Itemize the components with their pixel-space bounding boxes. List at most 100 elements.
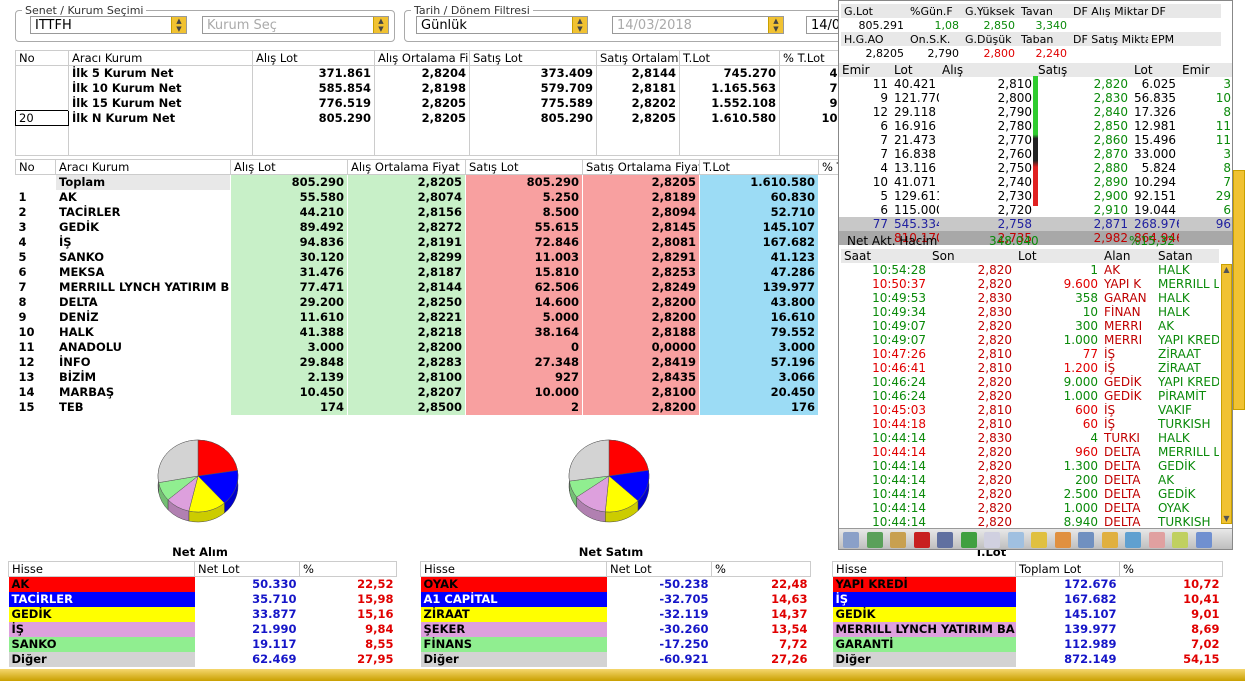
kurum-select[interactable]: Kurum Seç ▲ ▼ [202,16,389,34]
trade-row[interactable]: 10:46:24 2,820 9.000 GEDİK YAPI KRED [841,375,1219,389]
column-header[interactable]: No [15,159,56,175]
scroll-up-icon[interactable]: ▲ [1222,265,1231,274]
table-row[interactable]: A1 CAPİTAL -32.705 14,63 [420,591,811,607]
doc-tool-icon[interactable] [984,532,1000,548]
column-header[interactable]: Toplam Lot [1015,561,1120,577]
side-scrollbar[interactable] [1233,170,1245,410]
column-header[interactable]: No [15,50,69,66]
column-header[interactable]: Aracı Kurum [55,159,231,175]
dropdown-arrow-icon[interactable]: ▲ ▼ [768,17,783,33]
trade-row[interactable]: 10:50:37 2,820 9.600 YAPI K MERRILL L [841,277,1219,291]
arrow-tool-icon[interactable] [960,532,977,548]
dropdown-arrow-icon[interactable]: ▲ ▼ [373,17,388,33]
trade-row[interactable]: 10:44:14 2,820 8.940 DELTA TURKISH [841,515,1219,529]
column-header[interactable]: % [711,561,811,577]
table-row[interactable]: 10 HALK 41.388 2,8218 38.164 2,8188 79.552 [15,324,841,340]
column-header[interactable]: Satış Ortalama Fiyat [582,159,700,175]
trade-row[interactable]: 10:49:53 2,830 358 GARAN HALK [841,291,1219,305]
trade-row[interactable]: 10:46:41 2,810 1.200 İŞ ZİRAAT [841,361,1219,375]
table-row[interactable]: 1 AK 55.580 2,8074 5.250 2,8189 60.830 [15,189,841,205]
trade-row[interactable]: 10:44:14 2,820 960 DELTA MERRILL L [841,445,1219,459]
pattern-tool-icon[interactable] [1148,532,1165,548]
trade-row[interactable]: 10:46:24 2,820 1.000 GEDİK PİRAMİT [841,389,1219,403]
table-row[interactable]: İŞ 21.990 9,84 [8,621,397,637]
horizontal-scrollbar[interactable] [0,669,1245,681]
column-header[interactable]: Emir [1179,63,1232,77]
column-header[interactable]: T.Lot [679,50,780,66]
table-row[interactable]: 12 İNFO 29.848 2,8283 27.348 2,8419 57.196 [15,354,841,370]
column-header[interactable]: Net Lot [606,561,712,577]
column-header[interactable]: Lot [891,63,939,77]
column-header[interactable]: Saat [841,249,929,263]
table-row[interactable]: Diğer 872.149 54,15 [832,651,1223,667]
calc-tool-icon[interactable] [937,532,953,548]
dropdown-arrow-icon[interactable]: ▲ ▼ [572,17,587,33]
table-row[interactable]: 2 TACİRLER 44.210 2,8156 8.500 2,8094 52.710 [15,204,841,220]
senet-select[interactable]: ITTFH ▲ ▼ [30,16,187,34]
trade-row[interactable]: 10:49:07 2,820 300 MERRI AK [841,319,1219,333]
table-row[interactable]: Toplam 805.290 2,8205 805.290 2,8205 1.610.58… [15,174,841,190]
column-header[interactable]: Lot [1131,63,1179,77]
trade-row[interactable]: 10:44:14 2,820 1.000 DELTA OYAK [841,501,1219,515]
table-row[interactable]: İŞ 167.682 10,41 [832,591,1223,607]
table-row[interactable]: MERRILL LYNCH YATIRIM BA 139.977 8,69 [832,621,1223,637]
column-header[interactable]: Hisse [832,561,1016,577]
trade-row[interactable]: 10:44:14 2,830 4 TURKI HALK [841,431,1219,445]
n-input[interactable]: 20 [15,110,69,126]
table-row[interactable]: 14 MARBAŞ 10.450 2,8207 10.000 2,8100 20.450 [15,384,841,400]
column-header[interactable]: Emir [839,63,891,77]
date-picker[interactable]: 14/03/2018 ▲ ▼ [612,16,784,34]
trade-row[interactable]: 10:44:14 2,820 1.300 DELTA GEDİK [841,459,1219,473]
column-header[interactable]: Net Lot [194,561,300,577]
column-header[interactable]: Hisse [420,561,607,577]
table-row[interactable]: GEDİK 145.107 9,01 [832,606,1223,622]
link-tool-icon[interactable] [1078,532,1094,548]
column-header[interactable]: Alan [1101,249,1155,263]
column-header[interactable]: Alış Lot [230,159,348,175]
column-header[interactable]: % T.Lot [779,50,841,66]
pie-slice-oyak[interactable] [608,439,649,477]
table-row[interactable]: Diğer 62.469 27,95 [8,651,397,667]
save-tool-icon[interactable] [1195,532,1212,548]
pie-slice-ak[interactable] [197,439,238,477]
column-header[interactable]: Satış [1035,63,1131,77]
trade-row[interactable]: 10:44:14 2,820 200 DELTA AK [841,473,1219,487]
table-tool-icon[interactable] [1007,532,1024,548]
pie-slice-di-er[interactable] [568,439,610,482]
settings-tool-icon[interactable] [866,532,883,548]
column-header[interactable]: Alış [939,63,1035,77]
column-header[interactable]: Lot [1015,249,1101,263]
table-row[interactable]: YAPI KREDİ 172.676 10,72 [832,576,1223,592]
table-row[interactable]: 15 TEB 174 2,8500 2 2,8200 176 [15,399,841,415]
table-row[interactable]: ZİRAAT -32.119 14,37 [420,606,811,622]
table-row[interactable]: 11 ANADOLU 3.000 2,8200 0 0,0000 3.000 [15,339,841,355]
column-header[interactable]: % [299,561,397,577]
table-row[interactable]: GEDİK 33.877 15,16 [8,606,397,622]
column-header[interactable]: Alış Lot [252,50,375,66]
table-row[interactable]: Diğer -60.921 27,26 [420,651,811,667]
table-row[interactable]: 20 İlk N Kurum Net 805.290 2,8205 805.290 2,8… [15,110,841,126]
column-header[interactable]: Son [929,249,1015,263]
table-row[interactable]: 4 İŞ 94.836 2,8191 72.846 2,8081 167.682 [15,234,841,250]
trade-row[interactable]: 10:44:14 2,820 2.500 DELTA GEDİK [841,487,1219,501]
table-row[interactable]: AK 50.330 22,52 [8,576,397,592]
table-row[interactable]: İlk 10 Kurum Net 585.854 2,8198 579.709 2,81… [15,80,841,96]
table-row[interactable]: 5 SANKO 30.120 2,8299 11.003 2,8291 41.123 [15,249,841,265]
trade-row[interactable]: 10:47:26 2,810 77 İŞ ZİRAAT [841,347,1219,361]
table-row[interactable]: 9 DENİZ 11.610 2,8221 5.000 2,8200 16.610 [15,309,841,325]
table-row[interactable]: İlk 15 Kurum Net 776.519 2,8205 775.589 2,82… [15,95,841,111]
column-header[interactable]: Aracı Kurum [68,50,253,66]
table-row[interactable]: FİNANS -17.250 7,72 [420,636,811,652]
group-tool-icon[interactable] [1101,532,1118,548]
column-header[interactable]: Hisse [8,561,195,577]
column-header[interactable]: Satış Ortalama [596,50,680,66]
column-header[interactable]: % [1119,561,1223,577]
grid-tool-icon[interactable] [1172,532,1188,548]
trades-scrollbar[interactable]: ▲ ▼ [1221,264,1232,524]
table-row[interactable]: 3 GEDİK 89.492 2,8272 55.615 2,8145 145.107 [15,219,841,235]
table-row[interactable]: OYAK -50.238 22,48 [420,576,811,592]
export-tool-icon[interactable] [1054,532,1071,548]
table-row[interactable]: 13 BİZİM 2.139 2,8100 927 2,8435 3.066 [15,369,841,385]
table-row[interactable]: TACİRLER 35.710 15,98 [8,591,397,607]
table-row[interactable]: SANKO 19.117 8,55 [8,636,397,652]
